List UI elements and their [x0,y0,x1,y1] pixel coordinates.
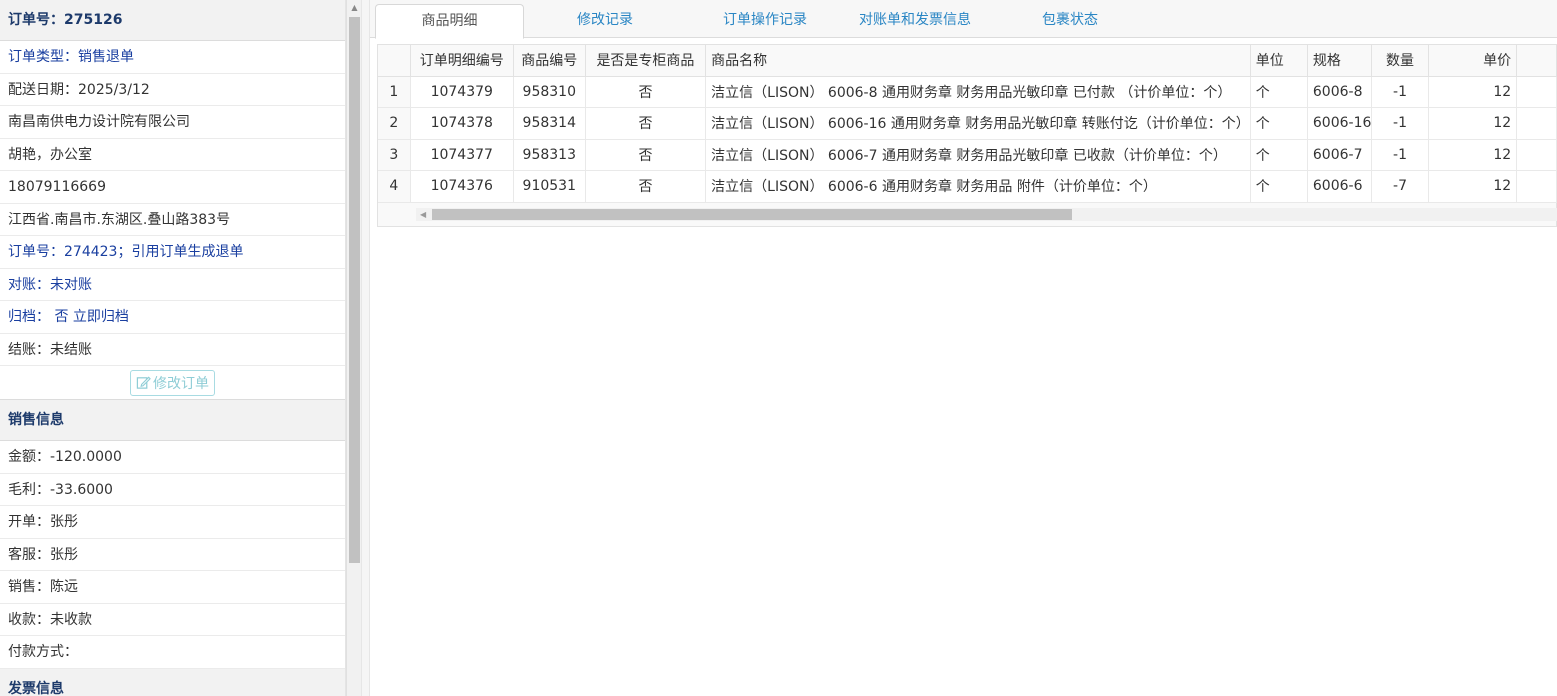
product-detail-grid: 订单明细编号 商品编号 是否是专柜商品 商品名称 单位 规格 数量 单价 1 1… [377,44,1557,227]
product-id-link[interactable]: 958310 [513,76,586,108]
unit-cell: 个 [1250,170,1308,203]
row-number: 1 [378,76,411,108]
table-row[interactable]: 3 1074377 958313 否 洁立信（LISON） 6006-7 通用财… [378,139,1557,171]
scrollbar-thumb[interactable] [349,17,360,563]
grid-footer: ◀ [378,202,1557,227]
archive-status[interactable]: 归档： 否 立即归档 [0,301,345,334]
tab-operation-log[interactable]: 订单操作记录 [700,4,830,39]
sales-amount: 金额：-120.0000 [0,441,345,474]
column-header[interactable]: 数量 [1371,45,1429,77]
grid-horizontal-scrollbar[interactable]: ◀ [416,207,1557,221]
product-name-link[interactable]: 洁立信（LISON） 6006-6 通用财务章 财务用品 附件（计价单位：个） [705,170,1251,203]
price-cell: 12 [1428,139,1518,171]
edit-order-button[interactable]: 修改订单 [130,369,215,396]
customer-company: 南昌南供电力设计院有限公司 [0,106,345,139]
customer-contact: 胡艳，办公室 [0,139,345,171]
unit-cell: 个 [1250,139,1308,171]
quantity-cell: -7 [1371,170,1429,203]
sales-issuer: 开单：张彤 [0,506,345,539]
customer-address: 江西省.南昌市.东湖区.叠山路383号 [0,204,345,236]
product-id-link[interactable]: 958314 [513,107,586,140]
tab-product-details[interactable]: 商品明细 [375,4,524,39]
product-name-link[interactable]: 洁立信（LISON） 6006-7 通用财务章 财务用品光敏印章 已收款（计价单… [705,139,1251,171]
detail-id-cell: 1074379 [410,76,514,108]
product-name-link[interactable]: 洁立信（LISON） 6006-16 通用财务章 财务用品光敏印章 转账付讫（计… [705,107,1251,140]
spec-cell: 6006-7 [1307,139,1373,171]
price-cell: 12 [1428,107,1518,140]
price-cell: 12 [1428,170,1518,203]
column-header-filler [1516,45,1557,77]
row-number: 2 [378,107,411,140]
delivery-date: 配送日期：2025/3/12 [0,74,345,106]
spec-cell: 6006-8 [1307,76,1373,108]
tab-modification-log[interactable]: 修改记录 [545,4,665,39]
spec-cell: 6006-6 [1307,170,1373,203]
product-id-link[interactable]: 910531 [513,170,586,203]
quantity-cell: -1 [1371,107,1429,140]
detail-id-cell: 1074376 [410,170,514,203]
row-number: 4 [378,170,411,203]
price-cell: 12 [1428,76,1518,108]
product-name-link[interactable]: 洁立信（LISON） 6006-8 通用财务章 财务用品光敏印章 已付款 （计价… [705,76,1251,108]
customer-phone: 18079116669 [0,171,345,204]
tab-bar: 商品明细 修改记录 订单操作记录 对账单和发票信息 包裹状态 [370,0,1557,39]
left-panel-scrollbar[interactable]: ▲ [346,0,361,696]
filler-cell [1516,76,1557,108]
scroll-left-icon[interactable]: ◀ [420,208,426,221]
reference-order-link[interactable]: 订单号：274423；引用订单生成退单 [0,236,345,269]
spec-cell: 6006-16 [1307,107,1373,140]
edit-order-label: 修改订单 [153,375,209,392]
column-header[interactable]: 商品编号 [513,45,586,77]
sales-info-header: 销售信息 [0,400,345,441]
payment-method: 付款方式： [0,636,345,669]
column-header[interactable]: 是否是专柜商品 [585,45,707,77]
column-header[interactable]: 订单明细编号 [410,45,514,77]
payment-status: 收款：未收款 [0,604,345,636]
quantity-cell: -1 [1371,139,1429,171]
row-number: 3 [378,139,411,171]
filler-cell [1516,170,1557,203]
order-type: 订单类型：销售退单 [0,41,345,74]
column-header[interactable]: 单位 [1250,45,1308,77]
column-header[interactable]: 规格 [1307,45,1373,77]
quantity-cell: -1 [1371,76,1429,108]
unit-cell: 个 [1250,76,1308,108]
detail-id-cell: 1074377 [410,139,514,171]
edit-icon [136,376,151,389]
special-counter-cell: 否 [585,76,707,108]
column-header[interactable]: 单价 [1428,45,1518,77]
column-header-rownum [378,45,411,77]
table-row[interactable]: 1 1074379 958310 否 洁立信（LISON） 6006-8 通用财… [378,76,1557,108]
order-info-panel: 订单号：275126 订单类型：销售退单 配送日期：2025/3/12 南昌南供… [0,0,346,696]
table-row[interactable]: 4 1074376 910531 否 洁立信（LISON） 6006-6 通用财… [378,170,1557,203]
table-header-row: 订单明细编号 商品编号 是否是专柜商品 商品名称 单位 规格 数量 单价 [378,45,1557,77]
order-detail-panel: 商品明细 修改记录 订单操作记录 对账单和发票信息 包裹状态 订单明细编号 商品… [370,0,1557,696]
reconcile-status[interactable]: 对账：未对账 [0,269,345,301]
panel-splitter[interactable] [361,0,370,696]
settle-status: 结账：未结账 [0,334,345,366]
detail-id-cell: 1074378 [410,107,514,140]
tab-statement-invoice[interactable]: 对账单和发票信息 [845,4,985,39]
edit-order-row: 修改订单 [0,366,345,400]
order-number-header: 订单号：275126 [0,0,345,41]
sales-profit: 毛利：-33.6000 [0,474,345,506]
invoice-info-header: 发票信息 [0,668,345,696]
sales-service: 客服：张彤 [0,539,345,571]
horizontal-scrollbar-thumb[interactable] [432,208,1072,220]
unit-cell: 个 [1250,107,1308,140]
filler-cell [1516,139,1557,171]
sales-person: 销售：陈远 [0,571,345,604]
filler-cell [1516,107,1557,140]
special-counter-cell: 否 [585,170,707,203]
tab-package-status[interactable]: 包裹状态 [1020,4,1120,39]
product-id-link[interactable]: 958313 [513,139,586,171]
scroll-up-icon[interactable]: ▲ [347,0,362,16]
special-counter-cell: 否 [585,139,707,171]
column-header[interactable]: 商品名称 [705,45,1251,77]
table-row[interactable]: 2 1074378 958314 否 洁立信（LISON） 6006-16 通用… [378,107,1557,140]
special-counter-cell: 否 [585,107,707,140]
